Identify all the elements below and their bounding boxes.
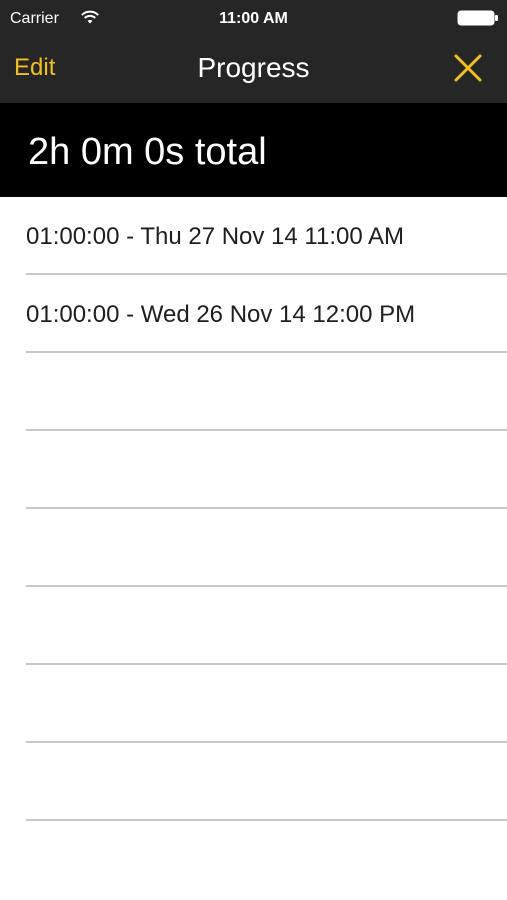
page-title: Progress [197, 52, 310, 83]
list-item [26, 509, 507, 587]
entry-text: 01:00:00 - Wed 26 Nov 14 12:00 PM [26, 301, 416, 328]
list-item [26, 353, 507, 431]
navigation-bar: Edit Progress [0, 36, 507, 102]
list-item [26, 665, 507, 743]
status-time: 11:00 AM [219, 10, 288, 27]
total-summary-banner: 2h 0m 0s total [0, 103, 507, 197]
list-item[interactable]: 01:00:00 - Thu 27 Nov 14 11:00 AM [26, 197, 507, 275]
battery-icon [457, 10, 498, 26]
list-item [26, 743, 507, 821]
entry-text: 01:00:00 - Thu 27 Nov 14 11:00 AM [26, 223, 405, 250]
progress-entry-list: 01:00:00 - Thu 27 Nov 14 11:00 AM 01:00:… [0, 197, 507, 821]
list-item [26, 431, 507, 509]
top-bar: Carrier 11:00 AM Edit Progress [0, 0, 507, 104]
close-icon[interactable] [450, 50, 486, 86]
list-item[interactable]: 01:00:00 - Wed 26 Nov 14 12:00 PM [26, 275, 507, 353]
total-time-label: 2h 0m 0s total [28, 131, 267, 173]
status-bar: Carrier 11:00 AM [0, 0, 507, 36]
list-item [26, 587, 507, 665]
